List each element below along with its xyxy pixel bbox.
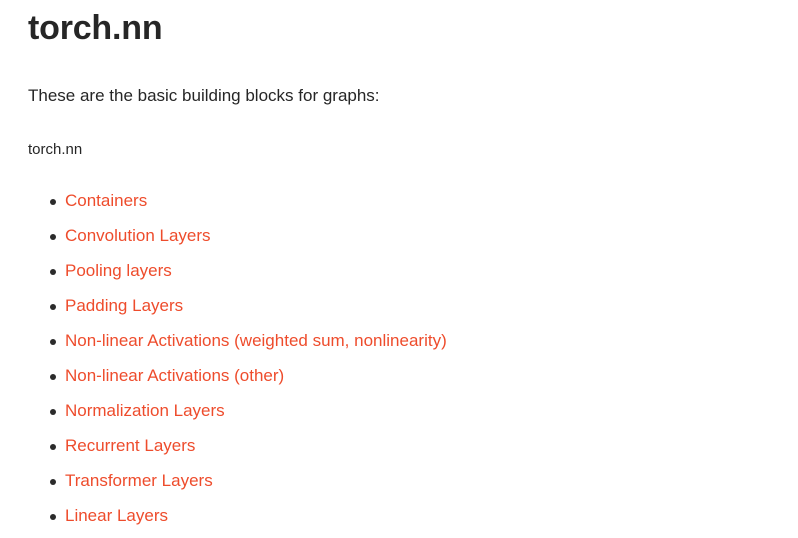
link-padding-layers[interactable]: Padding Layers: [65, 293, 183, 319]
link-pooling-layers[interactable]: Pooling layers: [65, 258, 172, 284]
bullet-dot-icon: [50, 479, 56, 485]
bullet-dot-icon: [50, 444, 56, 450]
bullet-dot-icon: [50, 269, 56, 275]
list-item: Non-linear Activations (other): [28, 363, 768, 398]
list-item: Containers: [28, 188, 768, 223]
list-item: Transformer Layers: [28, 468, 768, 503]
link-linear-layers[interactable]: Linear Layers: [65, 503, 168, 529]
list-item: Padding Layers: [28, 293, 768, 328]
link-convolution-layers[interactable]: Convolution Layers: [65, 223, 211, 249]
link-recurrent-layers[interactable]: Recurrent Layers: [65, 433, 195, 459]
link-transformer-layers[interactable]: Transformer Layers: [65, 468, 213, 494]
link-normalization-layers[interactable]: Normalization Layers: [65, 398, 225, 424]
intro-paragraph: These are the basic building blocks for …: [28, 86, 380, 105]
list-item: Pooling layers: [28, 258, 768, 293]
list-item: Linear Layers: [28, 503, 768, 538]
list-item: Normalization Layers: [28, 398, 768, 433]
documentation-page: torch.nn These are the basic building bl…: [0, 0, 798, 538]
module-name-label: torch.nn: [28, 141, 83, 158]
building-blocks-link-list: Containers Convolution Layers Pooling la…: [28, 188, 768, 538]
bullet-dot-icon: [50, 234, 56, 240]
page-title: torch.nn: [28, 9, 163, 47]
bullet-dot-icon: [50, 199, 56, 205]
list-item: Convolution Layers: [28, 223, 768, 258]
list-item: Recurrent Layers: [28, 433, 768, 468]
bullet-dot-icon: [50, 409, 56, 415]
bullet-dot-icon: [50, 374, 56, 380]
link-containers[interactable]: Containers: [65, 188, 147, 214]
bullet-dot-icon: [50, 339, 56, 345]
bullet-dot-icon: [50, 514, 56, 520]
bullet-dot-icon: [50, 304, 56, 310]
list-item: Non-linear Activations (weighted sum, no…: [28, 328, 768, 363]
link-non-linear-activations-other[interactable]: Non-linear Activations (other): [65, 363, 284, 389]
link-non-linear-activations-weighted-sum[interactable]: Non-linear Activations (weighted sum, no…: [65, 328, 447, 354]
